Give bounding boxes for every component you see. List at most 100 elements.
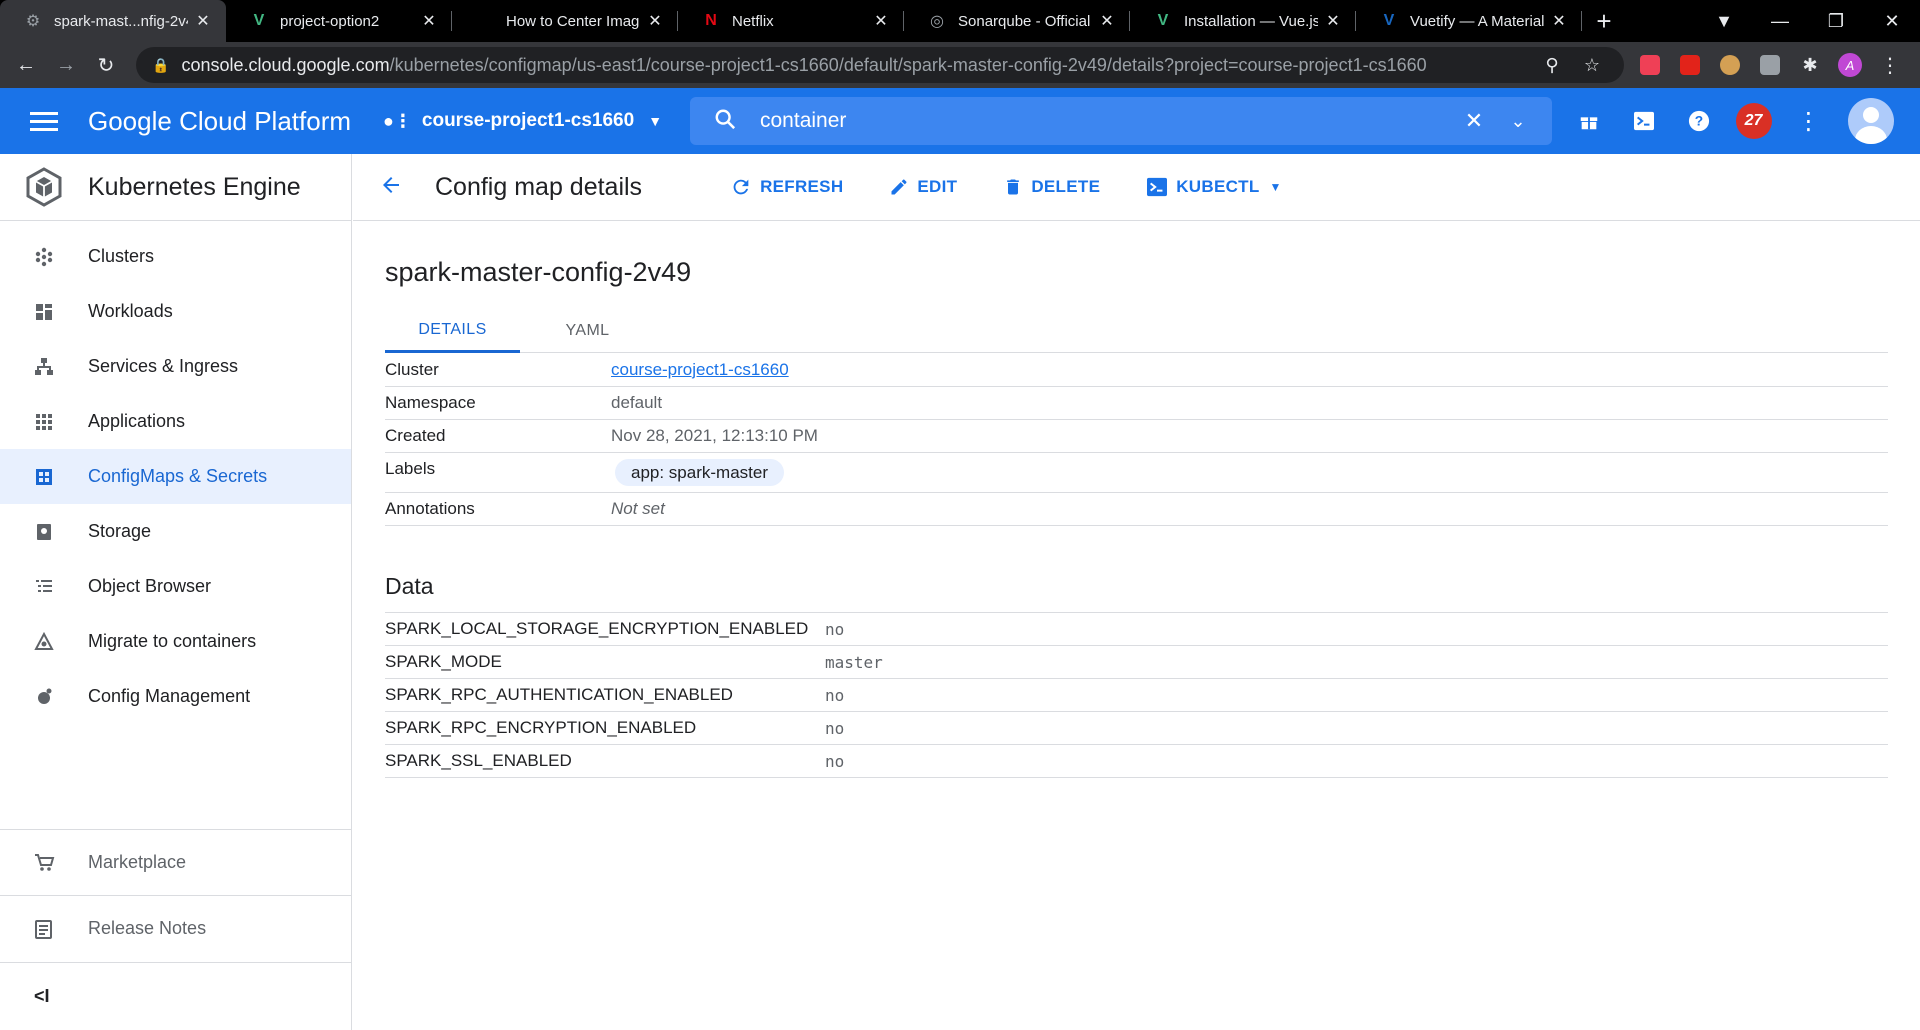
- address-bar[interactable]: 🔒 console.cloud.google.com/kubernetes/co…: [136, 47, 1624, 83]
- reload-icon[interactable]: ↻: [86, 53, 126, 78]
- sidebar-item-object-browser[interactable]: Object Browser: [0, 559, 351, 614]
- delete-button[interactable]: DELETE: [1003, 177, 1100, 197]
- generic-extension-icon[interactable]: [1750, 55, 1790, 75]
- close-tab-icon[interactable]: ✕: [646, 11, 664, 31]
- search-bar[interactable]: container ✕ ⌄: [690, 97, 1552, 145]
- details-key: Annotations: [385, 499, 475, 518]
- kubectl-menu-button[interactable]: KUBECTL ▼: [1146, 177, 1282, 197]
- blank-favicon-icon: [476, 12, 494, 30]
- sidebar-item-migrate-to-containers[interactable]: Migrate to containers: [0, 614, 351, 669]
- project-name: course-project1-cs1660: [421, 110, 635, 131]
- vue-icon: V: [1157, 12, 1169, 29]
- pocket-extension-icon[interactable]: [1630, 55, 1670, 75]
- tab-yaml[interactable]: YAML: [520, 309, 655, 353]
- sidebar-item-marketplace[interactable]: Marketplace: [0, 829, 351, 895]
- chrome-menu-icon[interactable]: ⋮: [1870, 53, 1910, 78]
- zoom-icon[interactable]: ⚲: [1532, 55, 1572, 76]
- back-icon[interactable]: ←: [6, 54, 46, 77]
- search-input[interactable]: container: [760, 109, 1452, 133]
- vue-icon: V: [253, 12, 265, 29]
- services-icon: [0, 357, 88, 377]
- sidebar-item-label: Clusters: [88, 246, 155, 266]
- sidebar-item-storage[interactable]: Storage: [0, 504, 351, 559]
- sidebar-item-clusters[interactable]: Clusters: [0, 229, 351, 284]
- data-value: no: [825, 751, 845, 771]
- window-controls: ▼ — ❐ ✕: [1696, 0, 1920, 42]
- details-table: Cluster course-project1-cs1660 Namespace de…: [385, 354, 1888, 526]
- minimize-icon[interactable]: —: [1752, 11, 1808, 32]
- sidebar-item-applications[interactable]: Applications: [0, 394, 351, 449]
- cookie-extension-icon[interactable]: [1710, 55, 1750, 75]
- refresh-button[interactable]: REFRESH: [730, 176, 843, 198]
- cluster-link[interactable]: course-project1-cs1660: [611, 360, 789, 380]
- gcp-logo-title[interactable]: Google Cloud Platform: [88, 106, 351, 137]
- close-tab-icon[interactable]: ✕: [1324, 11, 1342, 31]
- sidebar-item-release-notes[interactable]: Release Notes: [0, 895, 351, 961]
- release-notes-icon: [0, 918, 88, 940]
- workloads-icon: [0, 302, 88, 322]
- data-value: no: [825, 619, 845, 639]
- user-avatar[interactable]: [1836, 98, 1920, 144]
- browser-tab[interactable]: Vproject-option2 ✕: [226, 0, 452, 42]
- pencil-icon: [889, 177, 909, 197]
- profile-avatar[interactable]: A: [1830, 53, 1870, 77]
- gift-icon[interactable]: [1561, 110, 1616, 132]
- back-arrow-icon[interactable]: [379, 173, 403, 202]
- tab-details[interactable]: DETAILS: [385, 309, 520, 353]
- main-menu-icon[interactable]: [30, 107, 58, 136]
- details-row: Cluster course-project1-cs1660: [385, 354, 1888, 387]
- extensions-puzzle-icon[interactable]: ✱: [1790, 55, 1830, 76]
- close-tab-icon[interactable]: ✕: [1098, 11, 1116, 31]
- lock-icon[interactable]: 🔒: [152, 57, 169, 74]
- data-section-title: Data: [385, 573, 434, 599]
- data-value: no: [825, 718, 845, 738]
- details-value: Not set: [611, 499, 665, 518]
- sidebar-item-workloads[interactable]: Workloads: [0, 284, 351, 339]
- browser-tab-title: Sonarqube - Official Im: [958, 12, 1092, 30]
- data-value: master: [825, 652, 883, 672]
- data-key: SPARK_MODE: [385, 652, 502, 671]
- details-key: Namespace: [385, 393, 476, 412]
- close-tab-icon[interactable]: ✕: [1550, 11, 1568, 31]
- browser-tab[interactable]: V Installation — Vue.js ✕: [1130, 0, 1356, 42]
- edit-button[interactable]: EDIT: [889, 177, 957, 197]
- more-options-icon[interactable]: ⋮: [1781, 107, 1836, 136]
- cloud-shell-icon[interactable]: [1616, 111, 1671, 131]
- sidebar: Kubernetes Engine Clusters Workloads Servi…: [0, 154, 352, 1030]
- notifications-badge[interactable]: 27: [1726, 103, 1781, 139]
- project-selector[interactable]: ●⋮ course-project1-cs1660 ▼: [383, 110, 662, 132]
- browser-tab[interactable]: N Netflix ✕: [678, 0, 904, 42]
- close-tab-icon[interactable]: ✕: [872, 11, 890, 31]
- label-chip: app: spark-master: [615, 458, 784, 486]
- sidebar-item-config-management[interactable]: Config Management: [0, 669, 351, 724]
- tab-search-icon[interactable]: ▼: [1696, 11, 1752, 32]
- close-tab-icon[interactable]: ✕: [420, 11, 438, 31]
- forward-icon[interactable]: →: [46, 54, 86, 77]
- details-row: Annotations Not set: [385, 493, 1888, 526]
- help-icon[interactable]: ?: [1671, 110, 1726, 132]
- data-table: SPARK_LOCAL_STORAGE_ENCRYPTION_ENABLED no…: [385, 612, 1888, 778]
- close-tab-icon[interactable]: ✕: [194, 11, 212, 31]
- collapse-sidebar-button[interactable]: <I: [0, 962, 351, 1030]
- browser-tab-title: project-option2: [280, 12, 380, 30]
- browser-tab[interactable]: ⚙ spark-mast...nfig-2v49 ✕: [0, 0, 226, 42]
- restore-icon[interactable]: ❐: [1808, 11, 1864, 32]
- clear-search-icon[interactable]: ✕: [1452, 108, 1496, 134]
- sidebar-item-configmaps-and-secrets[interactable]: ConfigMaps & Secrets: [0, 449, 351, 504]
- new-tab-button[interactable]: +: [1582, 6, 1626, 37]
- data-value: no: [825, 685, 845, 705]
- browser-tab[interactable]: How to Center Images ✕: [452, 0, 678, 42]
- close-window-icon[interactable]: ✕: [1864, 11, 1920, 32]
- sidebar-item-services-and-ingress[interactable]: Services & Ingress: [0, 339, 351, 394]
- bookmark-star-icon[interactable]: ☆: [1572, 55, 1612, 76]
- details-row: Labels app: spark-master: [385, 453, 1888, 493]
- data-row: SPARK_LOCAL_STORAGE_ENCRYPTION_ENABLED no: [385, 613, 1888, 646]
- product-title: Kubernetes Engine: [88, 172, 301, 201]
- adblock-extension-icon[interactable]: [1670, 55, 1710, 75]
- trash-icon: [1003, 177, 1023, 197]
- sidebar-item-label: Services & Ingress: [88, 356, 239, 376]
- expand-search-icon[interactable]: ⌄: [1496, 111, 1540, 132]
- details-row: Namespace default: [385, 387, 1888, 420]
- browser-tab[interactable]: V Vuetify — A Material D ✕: [1356, 0, 1582, 42]
- browser-tab[interactable]: ◎ Sonarqube - Official Im ✕: [904, 0, 1130, 42]
